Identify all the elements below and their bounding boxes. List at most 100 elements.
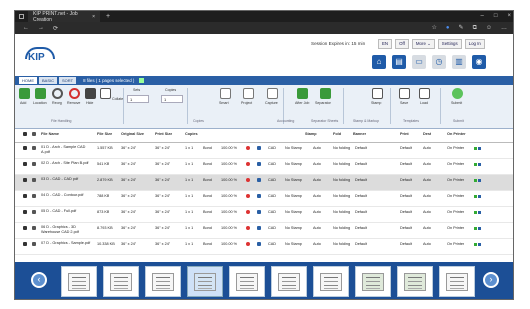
collections-icon[interactable]: ⧉ (473, 22, 477, 34)
page-thumbnail[interactable] (355, 266, 391, 297)
row-preview-icon[interactable] (32, 146, 36, 150)
save-icon[interactable] (399, 88, 410, 99)
monitor-icon[interactable]: ▭ (412, 55, 426, 69)
row-checkbox[interactable] (23, 210, 27, 214)
page-thumbnail[interactable] (145, 266, 181, 297)
type-cell[interactable]: CAD (268, 175, 276, 183)
fold-cell[interactable]: Auto (313, 207, 321, 215)
sets-input[interactable]: 1 (127, 95, 149, 103)
print-cell[interactable]: Default (400, 175, 412, 183)
scale-cell[interactable]: 100.00 % (221, 239, 237, 247)
location-icon[interactable] (35, 88, 46, 99)
copies-cell[interactable]: 1 x 1 (185, 191, 193, 199)
orientation-icon[interactable] (257, 159, 261, 167)
orientation-icon[interactable] (257, 143, 261, 151)
fold-cell[interactable]: Auto (313, 143, 321, 151)
prev-arrow-icon[interactable]: ‹ (31, 272, 47, 288)
type-cell[interactable]: CAD (268, 191, 276, 199)
add-icon[interactable] (19, 88, 30, 99)
next-arrow-icon[interactable]: › (483, 272, 499, 288)
print-cell[interactable]: Default (400, 223, 412, 231)
file-size-cell[interactable]: 10.338 KB (97, 239, 115, 247)
submit-icon[interactable] (452, 88, 463, 99)
media-cell[interactable]: Bond (203, 223, 212, 231)
row-checkbox[interactable] (23, 162, 27, 166)
profile-icon[interactable]: ☺ (486, 22, 492, 34)
type-cell[interactable]: CAD (268, 223, 276, 231)
type-cell[interactable]: CAD (268, 143, 276, 151)
dest-cell[interactable]: Auto (423, 223, 431, 231)
col-banner[interactable]: Banner (353, 129, 366, 137)
hide-icon[interactable] (85, 88, 96, 99)
orientation-icon[interactable] (257, 207, 261, 215)
color-icon[interactable] (246, 191, 250, 199)
file-size-cell[interactable]: 1.557 KB (97, 143, 113, 151)
type-cell[interactable]: CAD (268, 159, 276, 167)
col-stamp[interactable]: Stamp (305, 129, 317, 137)
print-cell[interactable]: Default (400, 239, 412, 247)
stamp-cell[interactable]: No Stamp (285, 175, 302, 183)
copies-input[interactable]: 1 (161, 95, 183, 103)
page-thumbnail[interactable] (187, 266, 223, 297)
scale-cell[interactable]: 100.00 % (221, 191, 237, 199)
table-row[interactable]: 02 D - Arch - Site Plan B.pdf 541 KB 36" x… (15, 159, 513, 175)
file-size-cell[interactable]: 8.793 KB (97, 223, 113, 231)
original-size-cell[interactable]: 36" x 24" (121, 207, 136, 215)
page-thumbnail[interactable] (271, 266, 307, 297)
file-size-cell[interactable]: 2.879 KB (97, 175, 113, 183)
close-window-icon[interactable]: × (507, 11, 511, 22)
copies-cell[interactable]: 1 x 1 (185, 239, 193, 247)
orientation-icon[interactable] (257, 191, 261, 199)
back-icon[interactable]: ← (23, 25, 29, 32)
smart-icon[interactable] (220, 88, 231, 99)
row-preview-icon[interactable] (32, 210, 36, 214)
stamp-cell[interactable]: No Stamp (285, 223, 302, 231)
col-print[interactable]: Print (400, 129, 409, 137)
col-print-size[interactable]: Print Size (155, 129, 172, 137)
page-thumbnail[interactable] (313, 266, 349, 297)
banner-cell[interactable]: No folding (333, 191, 350, 199)
print-mode-cell[interactable]: Default (355, 191, 367, 199)
copies-cell[interactable]: 1 x 1 (185, 207, 193, 215)
language-button[interactable]: EN (378, 39, 393, 49)
row-preview-icon[interactable] (32, 242, 36, 246)
reorg-icon[interactable] (52, 88, 63, 99)
row-checkbox[interactable] (23, 178, 27, 182)
reload-icon[interactable]: ⟳ (53, 25, 58, 32)
dest-cell[interactable]: Auto (423, 159, 431, 167)
banner-cell[interactable]: No folding (333, 207, 350, 215)
off-button[interactable]: Off (395, 39, 409, 49)
print-size-cell[interactable]: 36" x 24" (155, 143, 170, 151)
color-icon[interactable] (246, 207, 250, 215)
scale-cell[interactable]: 100.00 % (221, 175, 237, 183)
row-preview-icon[interactable] (32, 194, 36, 198)
tab-home[interactable]: HOME (19, 77, 37, 84)
more-icon[interactable]: … (501, 22, 507, 34)
print-mode-cell[interactable]: Default (355, 239, 367, 247)
original-size-cell[interactable]: 36" x 24" (121, 191, 136, 199)
row-checkbox[interactable] (23, 194, 27, 198)
globe-icon[interactable]: ◉ (472, 55, 486, 69)
file-size-cell[interactable]: 873 KB (97, 207, 109, 215)
fold-cell[interactable]: Auto (313, 191, 321, 199)
print-cell[interactable]: Default (400, 159, 412, 167)
fold-cell[interactable]: Auto (313, 175, 321, 183)
select-all-checkbox[interactable] (139, 78, 145, 83)
col-original-size[interactable]: Original Size (121, 129, 144, 137)
fold-cell[interactable]: Auto (313, 223, 321, 231)
media-cell[interactable]: Bond (203, 175, 212, 183)
print-size-cell[interactable]: 36" x 24" (155, 175, 170, 183)
printer-icon[interactable]: ▤ (392, 55, 406, 69)
row-checkbox[interactable] (23, 146, 27, 150)
print-mode-cell[interactable]: Default (355, 207, 367, 215)
settings-button[interactable]: Settings (437, 39, 462, 49)
media-cell[interactable]: Bond (203, 143, 212, 151)
row-preview-icon[interactable] (32, 178, 36, 182)
col-dest[interactable]: Dest (423, 129, 431, 137)
copies-cell[interactable]: 1 x 1 (185, 175, 193, 183)
banner-cell[interactable]: No folding (333, 159, 350, 167)
print-size-cell[interactable]: 36" x 24" (155, 191, 170, 199)
media-cell[interactable]: Bond (203, 239, 212, 247)
original-size-cell[interactable]: 36" x 24" (121, 223, 136, 231)
row-preview-icon[interactable] (32, 226, 36, 230)
